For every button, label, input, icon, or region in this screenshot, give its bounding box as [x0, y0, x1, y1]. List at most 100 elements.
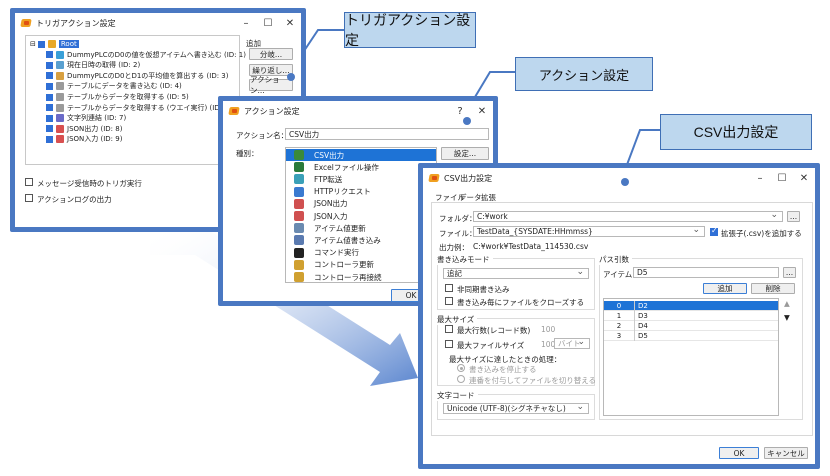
- charset-select[interactable]: Unicode (UTF-8)(シグネチャなし): [443, 402, 589, 414]
- tree-item[interactable]: JSON入力 (ID: 9): [30, 134, 122, 144]
- tree-item-checkbox[interactable]: [46, 125, 53, 133]
- http-icon: [294, 186, 304, 197]
- tree-item-checkbox[interactable]: [46, 114, 53, 122]
- close-button[interactable]: ✕: [793, 168, 815, 188]
- action-type-label: Excelファイル操作: [314, 162, 379, 172]
- switch-file-radio[interactable]: [457, 375, 465, 383]
- tree-item[interactable]: DummyPLCのD0とD1の平均値を算出する (ID: 3): [30, 71, 228, 81]
- row-value: D2: [634, 300, 778, 311]
- tree-item[interactable]: 文字列連結 (ID: 7): [30, 113, 126, 123]
- action-type-label: 種別：: [236, 149, 259, 158]
- action-type-label: FTP転送: [314, 174, 343, 184]
- output-example-label: 出力例：: [439, 243, 469, 252]
- csv-output-window: CSV出力設定 – ☐ ✕ ファイル データ 拡張 フォルダ： C:¥work …: [418, 163, 820, 469]
- json-in-icon: [294, 211, 304, 221]
- folder-browse-button[interactable]: ...: [787, 211, 800, 222]
- tree-item-checkbox[interactable]: [46, 82, 53, 90]
- action-button[interactable]: アクション...: [249, 75, 293, 95]
- action-type-item[interactable]: CSV出力: [286, 149, 436, 161]
- stop-writing-radio[interactable]: [457, 364, 465, 372]
- ok-button[interactable]: OK: [719, 447, 759, 459]
- callout-csv: CSV出力設定: [660, 114, 812, 150]
- move-up-button[interactable]: ▲: [784, 299, 790, 308]
- tree-item-label: 現在日時の取得 (ID: 2): [67, 61, 141, 70]
- settings-button[interactable]: 設定...: [441, 147, 489, 160]
- add-extension-label: 拡張子(.csv)を追加する: [721, 229, 802, 238]
- delete-arg-button[interactable]: 削除: [751, 283, 795, 294]
- tree-item-checkbox[interactable]: [46, 72, 53, 80]
- move-down-button[interactable]: ▼: [784, 313, 790, 322]
- tree-item-checkbox[interactable]: [46, 51, 53, 59]
- action-type-item[interactable]: JSON出力: [286, 198, 436, 210]
- add-arg-button[interactable]: 追加: [703, 283, 747, 294]
- tree-item-checkbox[interactable]: [37, 40, 45, 48]
- json-out-icon: [56, 124, 64, 133]
- action-type-list[interactable]: CSV出力 Excelファイル操作 FTP転送 HTTPリクエスト JSON出力 JSON…: [285, 147, 437, 283]
- action-type-item[interactable]: FTP転送: [286, 173, 436, 185]
- maximize-button[interactable]: ☐: [257, 13, 279, 33]
- close-button[interactable]: ✕: [279, 13, 301, 33]
- table-row[interactable]: 0 D2: [604, 300, 778, 311]
- callout-pointer: [463, 117, 471, 125]
- filesize-unit-select[interactable]: バイト: [554, 337, 590, 349]
- calc-icon: [56, 71, 64, 80]
- action-type-item[interactable]: コントローラ更新: [286, 259, 436, 271]
- maximize-button[interactable]: ☐: [771, 168, 793, 188]
- table-row[interactable]: 3 D5: [604, 330, 778, 341]
- branch-button[interactable]: 分岐...: [249, 48, 293, 60]
- tree-root[interactable]: ⊟ Root: [30, 39, 79, 49]
- write-mode-select[interactable]: 追記: [443, 267, 589, 279]
- max-rows-checkbox[interactable]: [445, 325, 453, 333]
- action-type-item[interactable]: コマンド実行: [286, 247, 436, 259]
- tree-item-checkbox[interactable]: [46, 93, 53, 101]
- table-row[interactable]: 2 D4: [604, 320, 778, 331]
- action-name-input[interactable]: CSV出力: [285, 128, 489, 140]
- row-index: 3: [616, 331, 622, 340]
- tree-item-checkbox[interactable]: [46, 104, 53, 112]
- tree-item-label: JSON出力 (ID: 8): [67, 124, 123, 133]
- tree-item[interactable]: テーブルからデータを取得する (ID: 5): [30, 92, 189, 102]
- minimize-button[interactable]: –: [235, 13, 257, 33]
- tree-item[interactable]: JSON出力 (ID: 8): [30, 124, 122, 134]
- action-tree[interactable]: ⊟ Root DummyPLCのD0の値を仮想アイテムへ書き込む (ID: 1) 現在…: [25, 35, 246, 165]
- path-args-grid[interactable]: 0 D2 1 D3 2 D4 3 D5: [603, 298, 779, 416]
- item-input[interactable]: D5: [633, 267, 779, 278]
- max-rows-value[interactable]: 100: [541, 325, 555, 334]
- add-extension-checkbox[interactable]: [710, 226, 718, 236]
- tree-item-label: DummyPLCのD0とD1の平均値を算出する (ID: 3): [67, 71, 229, 80]
- action-type-item[interactable]: コントローラ再接続: [286, 271, 436, 283]
- item-browse-button[interactable]: ...: [783, 267, 796, 278]
- max-filesize-checkbox[interactable]: [445, 340, 453, 348]
- action-type-item[interactable]: アイテム値書き込み: [286, 234, 436, 246]
- callout-action: アクション設定: [515, 57, 653, 91]
- switch-file-label: 連番を付与してファイルを切り替える: [469, 376, 597, 385]
- action-type-item[interactable]: HTTPリクエスト: [286, 186, 436, 198]
- close-button[interactable]: ✕: [471, 101, 493, 121]
- max-size-title: 最大サイズ: [437, 314, 478, 325]
- tree-item[interactable]: テーブルからデータを取得する (ウエイ実行) (ID: 6): [30, 103, 231, 113]
- callout-trigger: トリガアクション設定: [344, 12, 476, 48]
- tree-item-checkbox[interactable]: [46, 61, 53, 69]
- message-trigger-checkbox[interactable]: [25, 178, 33, 186]
- file-input[interactable]: TestData_{SYSDATE:HHmmss}: [473, 225, 705, 237]
- tree-item[interactable]: 現在日時の取得 (ID: 2): [30, 60, 140, 70]
- minimize-button[interactable]: –: [749, 168, 771, 188]
- cancel-button[interactable]: キャンセル: [764, 447, 808, 459]
- tree-item[interactable]: DummyPLCのD0の値を仮想アイテムへ書き込む (ID: 1): [30, 50, 246, 60]
- tree-item-label: JSON入力 (ID: 9): [67, 135, 123, 144]
- action-type-item[interactable]: JSON入力: [286, 210, 436, 222]
- close-each-write-checkbox[interactable]: [445, 297, 453, 305]
- collapse-icon[interactable]: ⊟: [30, 40, 36, 48]
- folder-input[interactable]: C:¥work: [473, 210, 783, 222]
- action-type-item[interactable]: アイテム値更新: [286, 222, 436, 234]
- clock-icon: [56, 61, 64, 70]
- action-type-item[interactable]: Excelファイル操作: [286, 161, 436, 173]
- async-write-checkbox[interactable]: [445, 284, 453, 292]
- charset-title: 文字コード: [437, 390, 478, 401]
- action-log-checkbox[interactable]: [25, 194, 33, 202]
- row-index: 1: [616, 311, 622, 320]
- output-example-value: C:¥work¥TestData_114530.csv: [473, 242, 589, 251]
- tree-item-checkbox[interactable]: [46, 135, 53, 143]
- table-row[interactable]: 1 D3: [604, 310, 778, 321]
- tree-item[interactable]: テーブルにデータを書き込む (ID: 4): [30, 81, 182, 91]
